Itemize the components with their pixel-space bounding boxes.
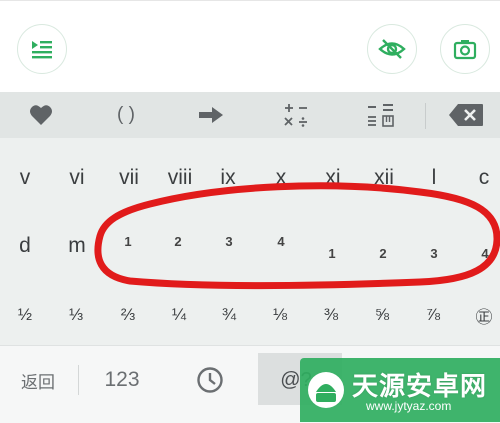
watermark-title: 天源安卓网	[352, 371, 488, 401]
clock-icon	[197, 367, 223, 393]
bottom-divider	[78, 365, 79, 395]
recent-key[interactable]	[180, 352, 240, 408]
back-key[interactable]: 返回	[8, 352, 68, 408]
watermark-url: www.jytyaz.com	[366, 399, 452, 413]
numbers-key[interactable]: 123	[90, 352, 154, 408]
watermark-logo-icon	[304, 366, 348, 410]
